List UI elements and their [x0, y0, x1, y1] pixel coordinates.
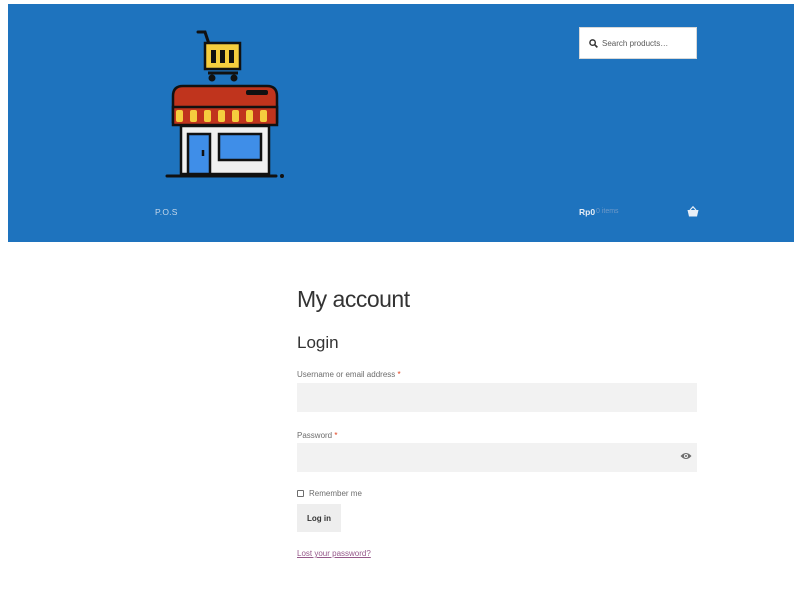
search-icon[interactable]: [589, 38, 598, 48]
cart-total[interactable]: Rp0: [579, 207, 595, 217]
required-mark: *: [334, 431, 338, 440]
site-header: P.O.S Rp0 0 items: [8, 4, 794, 242]
password-input[interactable]: [297, 443, 697, 472]
cart-count[interactable]: 0 items: [596, 208, 619, 215]
page-title: My account: [297, 286, 410, 312]
required-mark: *: [397, 370, 401, 379]
password-label: Password *: [297, 431, 337, 440]
store-logo-icon[interactable]: [158, 30, 286, 182]
basket-icon[interactable]: [687, 206, 699, 217]
site-title-link[interactable]: P.O.S: [155, 207, 178, 217]
username-input[interactable]: [297, 383, 697, 412]
password-label-text: Password: [297, 431, 333, 440]
username-label-text: Username or email address: [297, 370, 396, 379]
remember-me-checkbox[interactable]: [297, 490, 304, 497]
search-bar[interactable]: [579, 27, 698, 59]
remember-me-label: Remember me: [309, 489, 362, 498]
login-button[interactable]: Log in: [297, 504, 341, 532]
username-label: Username or email address *: [297, 370, 401, 379]
search-input[interactable]: [602, 38, 698, 48]
login-heading: Login: [297, 333, 339, 352]
remember-me[interactable]: Remember me: [297, 489, 362, 498]
lost-password-link[interactable]: Lost your password?: [297, 549, 371, 558]
eye-icon[interactable]: [680, 451, 692, 461]
